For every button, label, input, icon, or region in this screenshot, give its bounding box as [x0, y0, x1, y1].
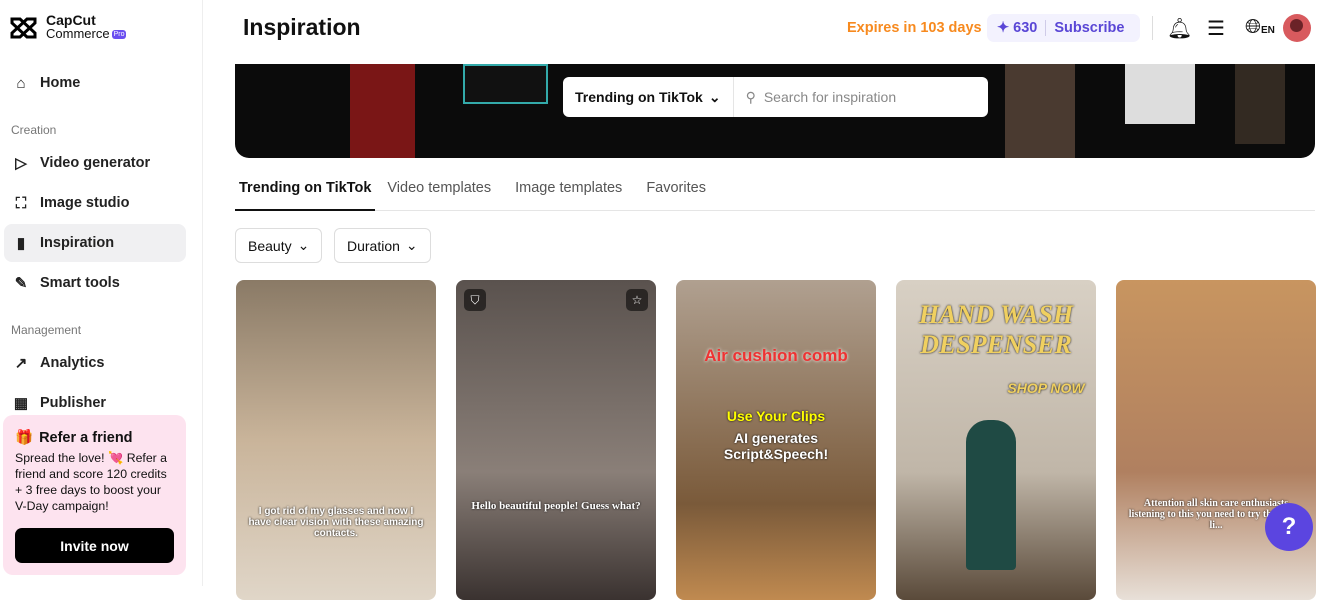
search-placeholder: Search for inspiration — [763, 89, 897, 105]
sidebar-item-inspiration[interactable]: ▮ Inspiration — [4, 224, 186, 262]
nav-label: Inspiration — [40, 235, 115, 251]
card-line1: Use Your Clips — [726, 408, 826, 424]
sidebar-item-analytics[interactable]: ↗ Analytics — [4, 344, 186, 382]
search-input[interactable]: ⚲ Search for inspiration — [734, 89, 897, 106]
language-icon[interactable]: 🌐︎EN — [1245, 16, 1275, 39]
video-card[interactable]: I got rid of my glasses and now I have c… — [236, 280, 436, 600]
card-title: HAND WASH DESPENSER — [918, 300, 1074, 359]
source-label: Trending on TikTok — [575, 89, 703, 105]
calendar-icon: ▦ — [13, 395, 29, 412]
help-button[interactable]: ? — [1265, 503, 1313, 551]
avatar[interactable] — [1283, 14, 1311, 42]
home-icon: ⌂ — [16, 74, 26, 92]
nav-label: Image studio — [40, 195, 130, 211]
shield-icon: ⛉ — [464, 289, 486, 311]
analytics-icon: ↗ — [14, 355, 28, 372]
nav-label: Video generator — [40, 155, 151, 171]
beauty-filter[interactable]: Beauty ⌄ — [235, 228, 323, 263]
sparkle-icon: ✦ — [997, 20, 1010, 36]
card-caption: Hello beautiful people! Guess what? — [471, 500, 641, 512]
logo[interactable]: CapCut Commerce Pro — [10, 13, 127, 41]
sidebar-item-home[interactable]: ⌂ Home — [4, 64, 186, 102]
subscribe-button[interactable]: Subscribe — [1054, 20, 1124, 36]
image-icon: ⛶ — [15, 194, 27, 212]
video-card[interactable]: HAND WASH DESPENSER SHOP NOW — [896, 280, 1096, 600]
video-card[interactable]: Attention all skin care enthusiasts list… — [1116, 280, 1316, 600]
section-management: Management — [11, 323, 82, 337]
capcut-logo-icon — [10, 17, 37, 39]
product-image — [966, 420, 1016, 570]
tab-trending[interactable]: Trending on TikTok — [235, 170, 376, 211]
bell-icon[interactable]: 🔔︎ — [1167, 16, 1192, 41]
card-subtitle: SHOP NOW — [1007, 380, 1085, 396]
page-title: Inspiration — [243, 14, 361, 40]
tab-video-templates[interactable]: Video templates — [375, 170, 503, 211]
card-title: Air cushion comb — [704, 346, 848, 365]
chevron-down-icon: ⌄ — [708, 88, 721, 105]
video-card[interactable]: Air cushion comb Use Your Clips AI gener… — [676, 280, 876, 600]
invite-now-button[interactable]: Invite now — [15, 528, 174, 563]
video-generator-icon: ▷ — [15, 155, 27, 172]
filter-label: Duration — [347, 237, 400, 254]
tab-bar: Trending on TikTok Video templates Image… — [235, 170, 1315, 211]
sidebar-item-video-generator[interactable]: ▷ Video generator — [4, 144, 186, 182]
expiry-notice: Expires in 103 days — [847, 20, 982, 36]
magic-wand-icon: ✎ — [14, 275, 28, 292]
pro-badge: Pro — [111, 30, 127, 40]
language-code: EN — [1261, 25, 1275, 36]
sidebar-item-smart-tools[interactable]: ✎ Smart tools — [4, 264, 186, 302]
credits-subscribe[interactable]: ✦ 630 Subscribe — [987, 14, 1140, 42]
refer-title: Refer a friend — [39, 429, 133, 446]
duration-filter[interactable]: Duration ⌄ — [334, 228, 431, 263]
card-line2: AI generates Script&Speech! — [723, 430, 829, 462]
chevron-down-icon: ⌄ — [297, 237, 310, 253]
inspiration-icon: ▮ — [16, 235, 26, 252]
nav-label: Home — [40, 75, 81, 91]
star-icon[interactable]: ☆ — [626, 289, 648, 311]
layers-icon[interactable]: ☰ — [1207, 16, 1225, 41]
card-caption: I got rid of my glasses and now I have c… — [248, 506, 424, 539]
sidebar: CapCut Commerce Pro ⌂ Home Creation ▷ Video … — [0, 0, 203, 586]
search-icon: ⚲ — [745, 88, 756, 105]
logo-subtext: Commerce — [46, 26, 110, 41]
question-icon: ? — [1281, 513, 1297, 540]
gift-icon: 🎁 — [15, 430, 34, 446]
section-creation: Creation — [11, 123, 57, 137]
nav-label: Smart tools — [40, 275, 120, 291]
filter-label: Beauty — [248, 237, 292, 254]
chevron-down-icon: ⌄ — [405, 237, 418, 253]
refer-card: 🎁 Refer a friend Spread the love! 💘 Refer… — [3, 415, 186, 575]
video-card[interactable]: ⛉ ☆ Hello beautiful people! Guess what? — [456, 280, 656, 600]
nav-label: Analytics — [40, 355, 105, 371]
refer-text: Spread the love! 💘 Refer a friend and sc… — [15, 451, 168, 513]
nav-label: Publisher — [40, 395, 107, 411]
sidebar-item-image-studio[interactable]: ⛶ Image studio — [4, 184, 186, 222]
tab-image-templates[interactable]: Image templates — [503, 170, 634, 211]
credit-count: 630 — [1013, 20, 1038, 36]
tab-favorites[interactable]: Favorites — [634, 170, 718, 211]
search-bar: Trending on TikTok ⌄ ⚲ Search for inspirat… — [563, 77, 988, 117]
source-dropdown[interactable]: Trending on TikTok ⌄ — [563, 77, 734, 117]
